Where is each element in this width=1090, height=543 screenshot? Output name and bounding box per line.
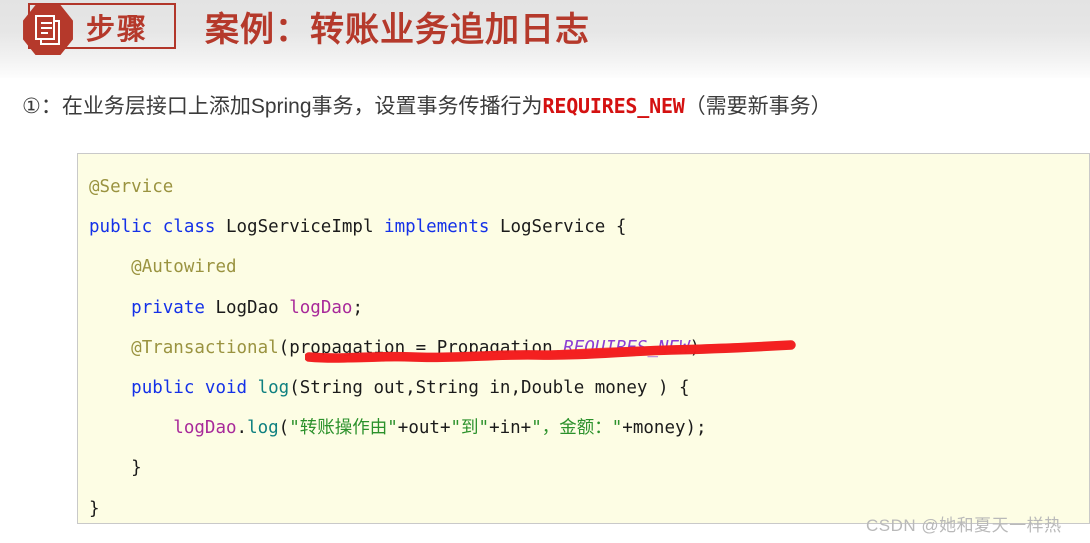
code-token-ann: @Autowired [131,257,237,278]
document-hexagon-icon [22,4,74,56]
code-token-meth: log [247,418,279,439]
code-token-type: LogDao [215,297,290,318]
code-token-ann: @Transactional [131,337,279,358]
step-badge: 步骤 [22,5,148,55]
code-token-plain: . [236,418,248,439]
code-token-plain: ) [689,337,701,358]
code-token-plain: ; [352,297,363,318]
code-token-type: LogServiceImpl [225,217,385,238]
watermark: CSDN @她和夏天一样热 [866,516,1062,535]
code-token-meth: log [257,378,290,399]
code-token-plain: (propagation = Propagation. [278,337,564,358]
code-content: @Service public class LogServiceImpl imp… [78,154,1089,523]
code-token-kw: public [131,378,205,399]
header-band: 步骤 案例：转账业务追加日志 [0,0,1090,78]
code-line: @Autowired [89,257,237,278]
code-token-const: REQUIRES_NEW [563,337,690,358]
code-token-ann: @Service [89,177,174,197]
code-token-str: "，金额：" [531,418,623,439]
code-token-type: LogService { [499,217,627,238]
code-token-plain: +money); [622,418,707,439]
code-token-var: logDao [173,418,237,439]
code-block[interactable]: @Service public class LogServiceImpl imp… [77,153,1090,524]
code-token-plain: ( [278,418,290,439]
instruction-suffix: （需要新事务） [684,95,832,118]
code-line: } [89,458,142,478]
code-token-kw: public [89,217,163,238]
code-token-kw: implements [384,217,500,238]
code-token-plain: } [131,458,142,479]
code-token-var: logDao [289,297,353,318]
code-line: private LogDao logDao; [89,298,363,318]
code-token-kw: private [131,297,216,318]
code-token-kw: class [162,217,226,238]
code-token-plain: } [89,498,100,519]
code-line: } [89,499,100,519]
instruction-line: ①：在业务层接口上添加Spring事务，设置事务传播行为REQUIRES_NEW… [22,91,832,122]
code-token-plain: +out+ [397,418,451,439]
page-title: 案例：转账业务追加日志 [205,11,590,49]
code-token-kw: void [204,378,258,399]
instruction-prefix: ①：在业务层接口上添加Spring事务，设置事务传播行为 [22,95,543,118]
code-token-plain: (String out,String in,Double money ) { [289,378,690,399]
step-badge-label: 步骤 [86,14,149,46]
code-line: logDao.log("转账操作由"+out+"到"+in+"，金额："+mon… [89,418,707,439]
code-token-plain: +in+ [489,418,532,439]
code-token-str: "到" [450,418,490,439]
instruction-highlight: REQUIRES_NEW [542,94,685,118]
code-line: @Service [89,177,173,197]
code-line: public class LogServiceImpl implements L… [89,217,626,237]
code-line: public void log(String out,String in,Dou… [89,378,690,399]
code-line: @Transactional(propagation = Propagation… [89,338,700,358]
code-token-str: "转账操作由" [289,418,398,439]
